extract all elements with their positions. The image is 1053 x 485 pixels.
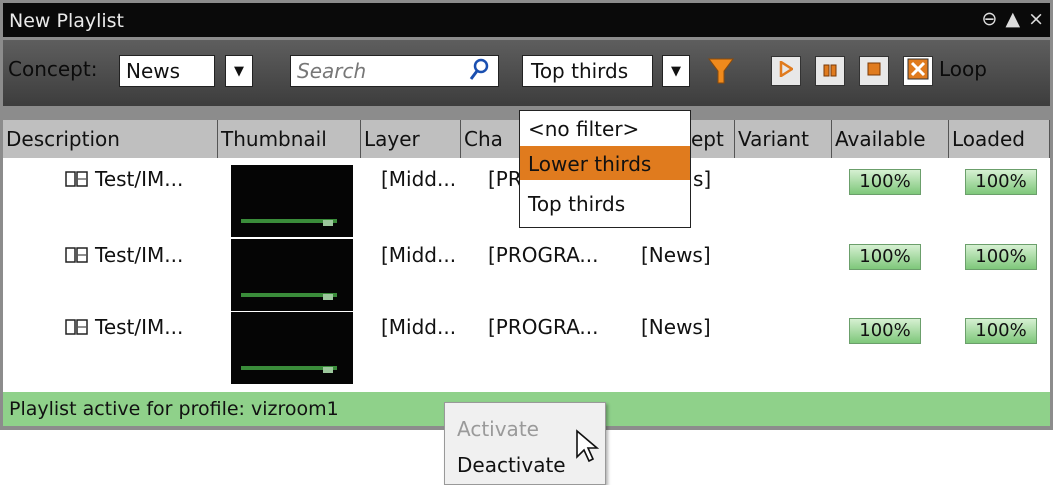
loop-label: Loop [939,57,987,81]
search-icon[interactable] [468,57,490,87]
channel-cell: [PR [488,167,522,191]
collapse-icon[interactable]: ▲ [1005,8,1020,30]
chevron-down-icon: ▼ [671,63,681,79]
loop-checkbox[interactable] [903,56,933,86]
filter-option-lower-thirds[interactable]: Lower thirds [520,146,690,180]
column-header-loaded[interactable]: Loaded [949,120,1050,158]
playlist-item-icon [65,170,89,195]
filter-value: Top thirds [531,59,629,83]
column-header-thumbnail[interactable]: Thumbnail [218,120,361,158]
chevron-down-icon: ▼ [234,63,244,79]
concept-value: News [126,59,181,83]
menu-item-activate[interactable]: Activate [457,417,539,441]
thumbnail-image [231,165,353,237]
layer-cell: [Midd... [381,167,457,191]
mouse-cursor-icon [575,429,601,469]
menu-item-deactivate[interactable]: Deactivate [457,453,566,477]
column-header-description[interactable]: Description [3,120,218,158]
available-badge: 100% [849,318,921,344]
pause-button[interactable] [815,56,845,86]
concept-cell: [News] [641,243,711,267]
concept-cell: s] [693,167,712,191]
pause-icon [822,62,838,81]
search-placeholder: Search [297,59,367,83]
layer-cell: [Midd... [381,315,457,339]
description-cell: Test/IM... [95,167,184,191]
filter-dropdown-list: <no filter> Lower thirds Top thirds [519,110,691,228]
playlist-item-icon [65,318,89,343]
close-icon[interactable]: × [1028,8,1044,30]
concept-dropdown-button[interactable]: ▼ [225,55,253,87]
loaded-badge: 100% [965,318,1037,344]
window-controls: ⊖ ▲ × [982,8,1044,30]
column-header-layer[interactable]: Layer [361,120,461,158]
loaded-badge: 100% [965,169,1037,195]
stop-button[interactable] [859,56,889,86]
play-button[interactable] [771,56,801,86]
layer-cell: [Midd... [381,243,457,267]
context-menu: Activate Deactivate [444,402,606,485]
channel-cell: [PROGRA... [488,315,599,339]
concept-select[interactable]: News [119,55,215,87]
thumbnail-image [231,239,353,311]
status-text: Playlist active for profile: vizroom1 [9,398,339,420]
window-title: New Playlist [9,10,125,32]
filter-select[interactable]: Top thirds [522,55,653,87]
title-bar: New Playlist ⊖ ▲ × [3,3,1050,37]
stop-icon [866,61,882,81]
filter-dropdown-button[interactable]: ▼ [662,55,690,87]
thumbnail-image [231,312,353,384]
search-input[interactable]: Search [290,55,499,87]
concept-label: Concept: [8,57,98,81]
channel-cell: [PROGRA... [488,243,599,267]
description-cell: Test/IM... [95,315,184,339]
checkmark-icon [907,58,929,84]
loaded-badge: 100% [965,244,1037,270]
minimize-icon[interactable]: ⊖ [982,8,998,30]
filter-option-top-thirds[interactable]: Top thirds [520,186,690,220]
concept-cell: [News] [641,315,711,339]
playlist-item-icon [65,246,89,271]
play-icon [779,59,795,81]
filter-icon[interactable] [707,55,735,91]
column-header-variant[interactable]: Variant [735,120,832,158]
description-cell: Test/IM... [95,243,184,267]
available-badge: 100% [849,169,921,195]
filter-option-no-filter[interactable]: <no filter> [520,111,690,145]
column-header-available[interactable]: Available [832,120,949,158]
available-badge: 100% [849,244,921,270]
